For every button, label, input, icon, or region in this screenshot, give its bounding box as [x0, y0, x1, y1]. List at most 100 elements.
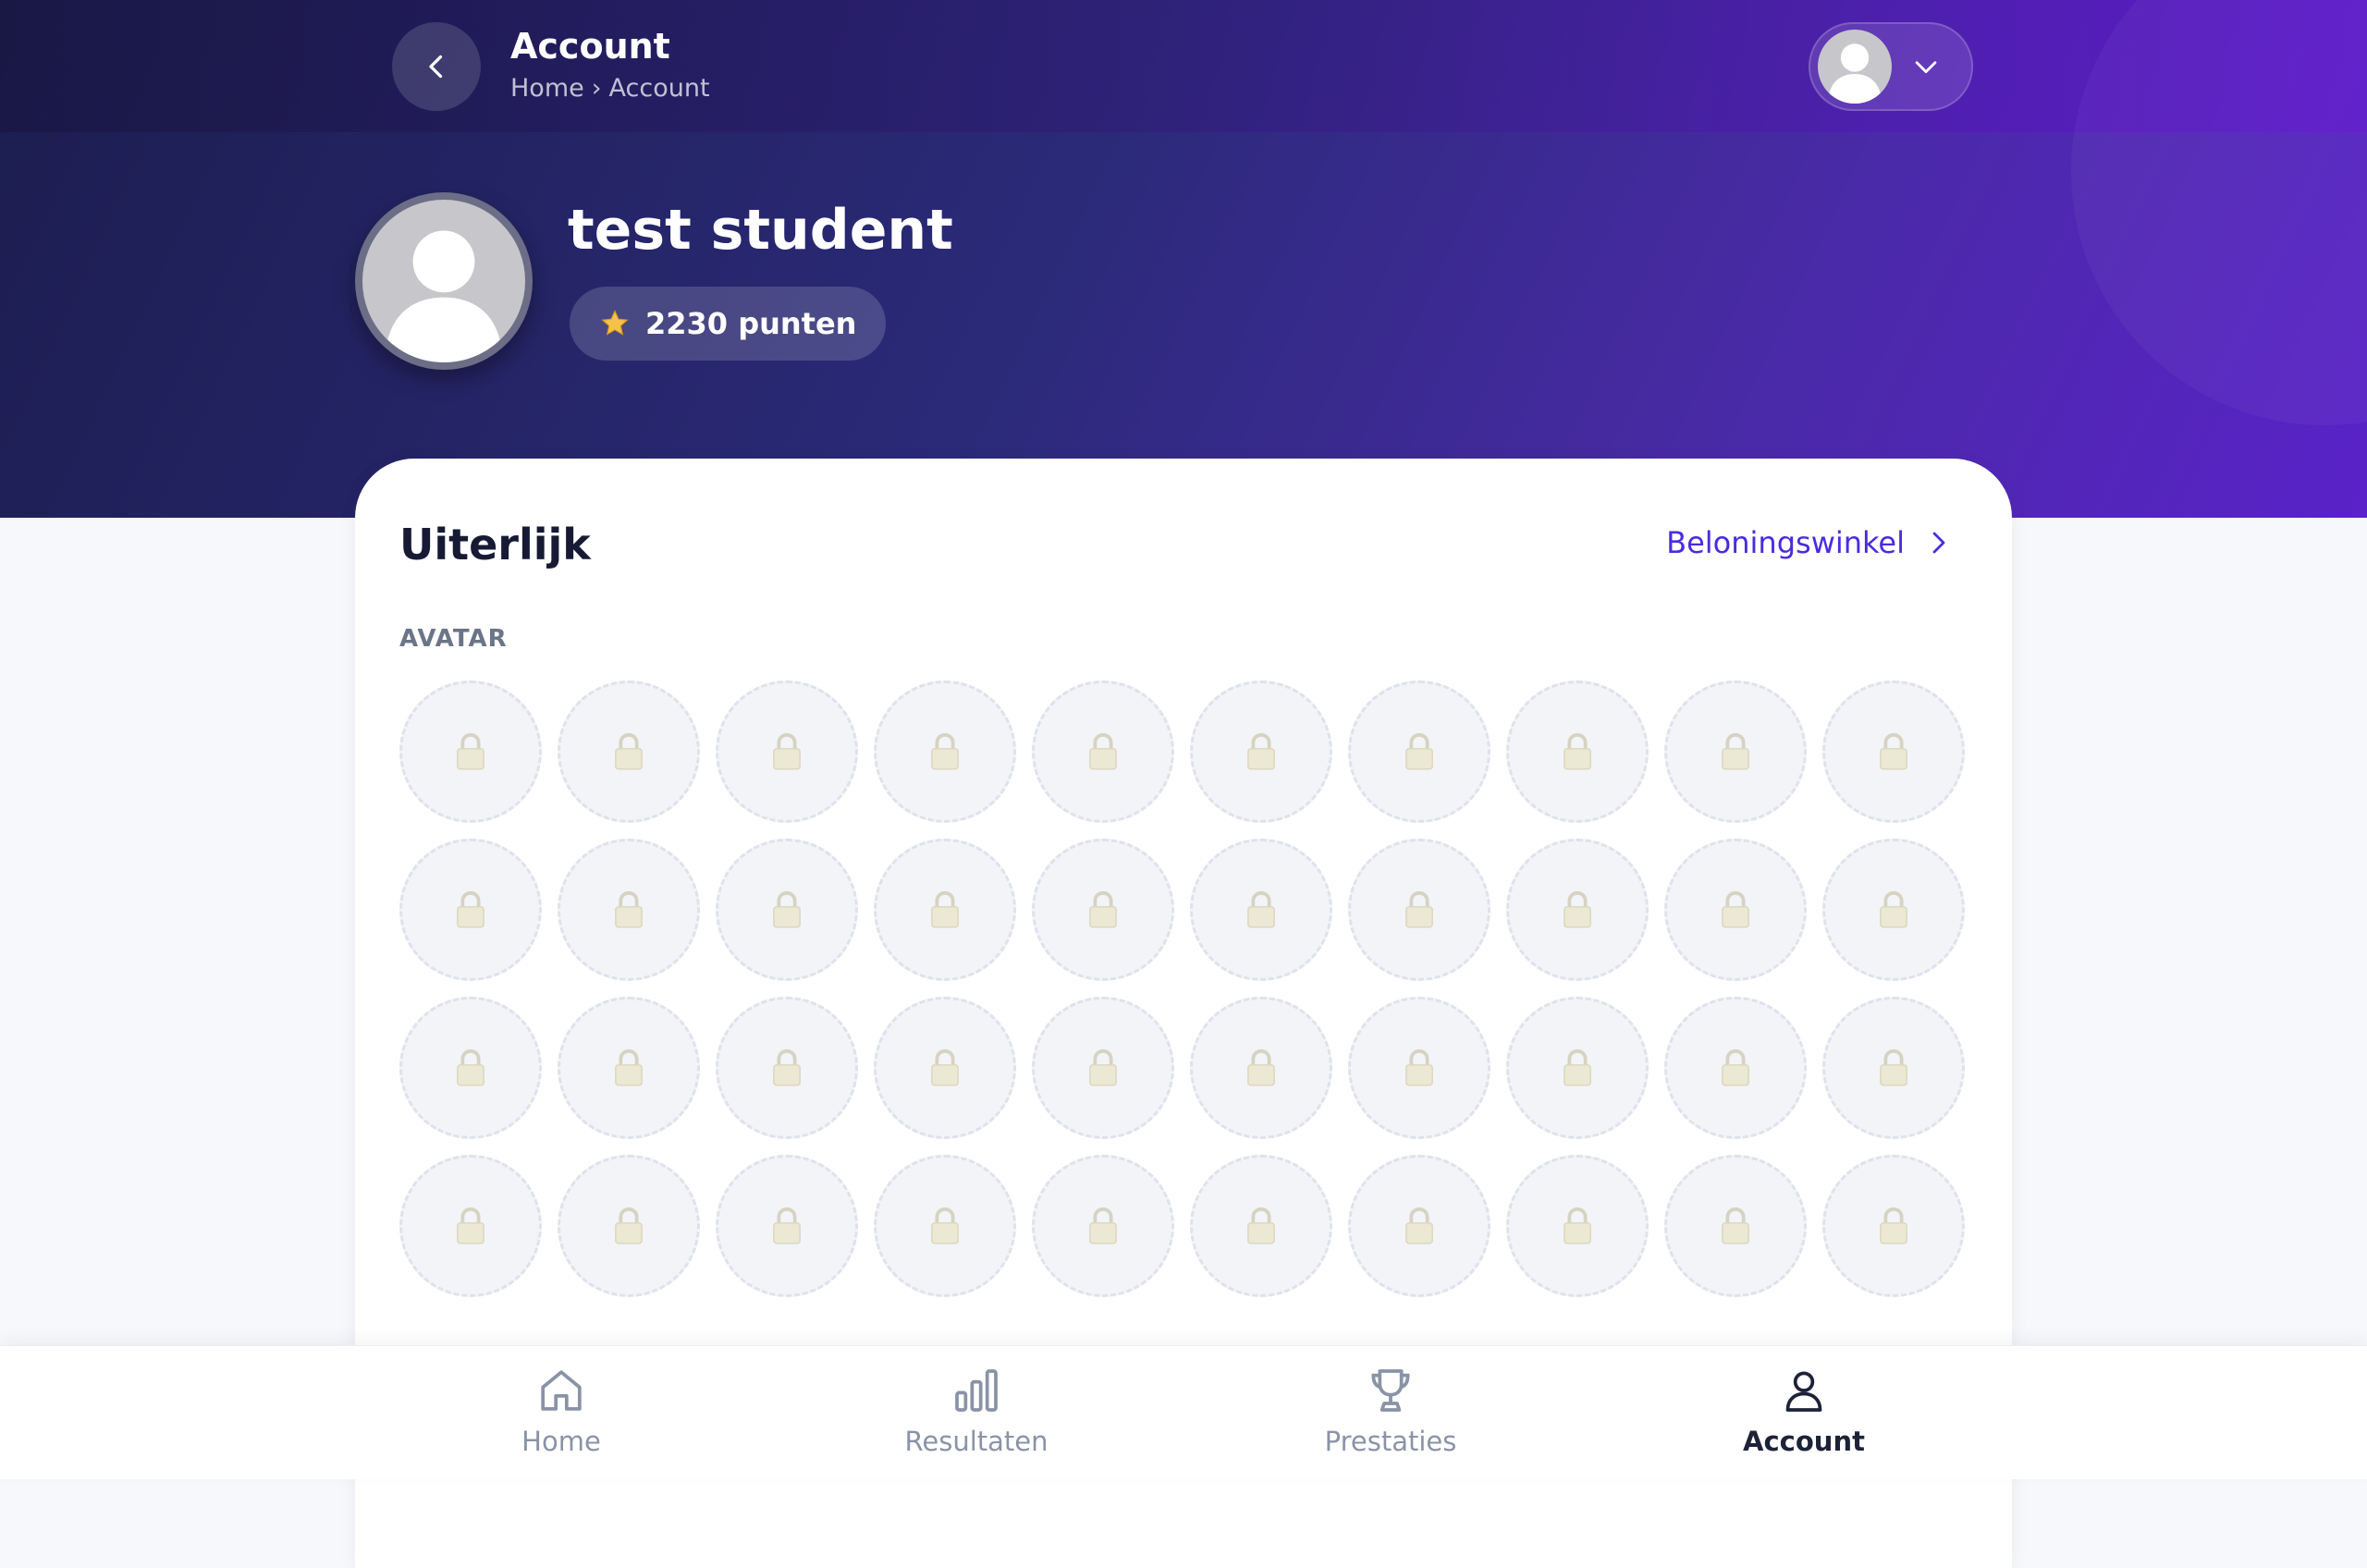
locked-avatar-slot[interactable]: [1190, 839, 1332, 981]
star-icon: [601, 310, 629, 336]
reward-shop-link[interactable]: Beloningswinkel: [1666, 525, 1953, 560]
lock-icon: [615, 891, 643, 928]
locked-avatar-slot[interactable]: [1032, 997, 1174, 1139]
locked-avatar-slot[interactable]: [874, 997, 1016, 1139]
locked-avatar-slot[interactable]: [1506, 839, 1649, 981]
lock-icon: [615, 1207, 643, 1244]
locked-avatar-slot[interactable]: [1190, 997, 1332, 1139]
lock-icon: [615, 1049, 643, 1086]
locked-avatar-slot[interactable]: [558, 997, 700, 1139]
profile-avatar[interactable]: [355, 192, 533, 370]
locked-avatar-slot[interactable]: [1348, 1155, 1490, 1297]
locked-avatar-slot[interactable]: [874, 680, 1016, 823]
locked-avatar-slot[interactable]: [1032, 1155, 1174, 1297]
lock-icon: [1722, 1049, 1749, 1086]
nav-label-home: Home: [521, 1426, 601, 1457]
locked-avatar-slot[interactable]: [1664, 1155, 1807, 1297]
avatar: [1818, 30, 1892, 104]
lock-icon: [1722, 1207, 1749, 1244]
locked-avatar-slot[interactable]: [716, 997, 858, 1139]
lock-icon: [457, 1049, 484, 1086]
nav-label-achievements: Prestaties: [1324, 1426, 1457, 1457]
locked-avatar-slot[interactable]: [716, 839, 858, 981]
locked-avatar-slot[interactable]: [558, 1155, 700, 1297]
breadcrumb-current: Account: [608, 74, 710, 103]
breadcrumb-home[interactable]: Home: [510, 74, 584, 103]
nav-item-results[interactable]: Resultaten: [856, 1365, 1097, 1466]
locked-avatar-slot[interactable]: [1348, 839, 1490, 981]
lock-icon: [1089, 733, 1117, 770]
bar-chart-icon: [955, 1369, 998, 1412]
profile-name: test student: [568, 198, 953, 263]
locked-avatar-slot[interactable]: [1032, 839, 1174, 981]
section-title: Uiterlijk: [399, 520, 591, 570]
lock-icon: [1405, 1207, 1433, 1244]
lock-icon: [1089, 891, 1117, 928]
locked-avatar-slot[interactable]: [558, 680, 700, 823]
breadcrumb-separator: ›: [591, 74, 602, 103]
trophy-icon: [1371, 1369, 1410, 1412]
locked-avatar-slot[interactable]: [399, 1155, 542, 1297]
locked-avatar-slot[interactable]: [1664, 839, 1807, 981]
back-button[interactable]: [392, 22, 481, 111]
points-label: 2230 punten: [645, 306, 857, 341]
chevron-right-icon: [1932, 532, 1945, 554]
chevron-left-icon: [429, 55, 443, 79]
locked-avatar-slot[interactable]: [1822, 839, 1965, 981]
reward-shop-label: Beloningswinkel: [1666, 525, 1905, 560]
locked-avatar-slot[interactable]: [399, 839, 542, 981]
lock-icon: [1247, 891, 1275, 928]
nav-item-achievements[interactable]: Prestaties: [1270, 1365, 1511, 1466]
breadcrumb: Home › Account: [510, 74, 710, 103]
lock-icon: [457, 733, 484, 770]
lock-icon: [1089, 1049, 1117, 1086]
lock-icon: [1880, 733, 1907, 770]
default-avatar-icon: [1828, 43, 1882, 104]
locked-avatar-slot[interactable]: [716, 680, 858, 823]
lock-icon: [1722, 891, 1749, 928]
locked-avatar-slot[interactable]: [874, 1155, 1016, 1297]
nav-item-home[interactable]: Home: [441, 1365, 681, 1466]
locked-avatar-slot[interactable]: [1822, 1155, 1965, 1297]
user-menu-button[interactable]: [1809, 22, 1973, 111]
locked-avatar-slot[interactable]: [1664, 997, 1807, 1139]
lock-icon: [1564, 733, 1591, 770]
nav-label-results: Resultaten: [904, 1426, 1049, 1457]
locked-avatar-slot[interactable]: [1506, 1155, 1649, 1297]
locked-avatar-slot[interactable]: [1348, 997, 1490, 1139]
lock-icon: [773, 733, 801, 770]
nav-label-account: Account: [1743, 1426, 1865, 1457]
profile-hero: Account Home › Account test student 2230…: [0, 0, 2367, 518]
points-badge: 2230 punten: [570, 287, 887, 361]
lock-icon: [931, 891, 959, 928]
locked-avatar-slot[interactable]: [1190, 680, 1332, 823]
locked-avatar-slot[interactable]: [874, 839, 1016, 981]
top-bar: [0, 0, 2367, 132]
avatar-section-label: AVATAR: [399, 625, 508, 653]
chevron-down-icon: [1915, 61, 1937, 74]
avatar-grid: [399, 680, 1971, 1297]
home-icon: [541, 1370, 582, 1411]
locked-avatar-slot[interactable]: [1822, 997, 1965, 1139]
locked-avatar-slot[interactable]: [399, 997, 542, 1139]
user-icon: [1785, 1371, 1822, 1412]
locked-avatar-slot[interactable]: [1506, 680, 1649, 823]
locked-avatar-slot[interactable]: [1822, 680, 1965, 823]
page-title: Account: [510, 26, 670, 67]
locked-avatar-slot[interactable]: [1190, 1155, 1332, 1297]
lock-icon: [1405, 733, 1433, 770]
locked-avatar-slot[interactable]: [1032, 680, 1174, 823]
locked-avatar-slot[interactable]: [1348, 680, 1490, 823]
locked-avatar-slot[interactable]: [1664, 680, 1807, 823]
locked-avatar-slot[interactable]: [558, 839, 700, 981]
lock-icon: [931, 733, 959, 770]
locked-avatar-slot[interactable]: [716, 1155, 858, 1297]
lock-icon: [773, 1207, 801, 1244]
lock-icon: [1247, 733, 1275, 770]
lock-icon: [1880, 891, 1907, 928]
nav-item-account[interactable]: Account: [1684, 1365, 1924, 1466]
lock-icon: [1564, 1207, 1591, 1244]
locked-avatar-slot[interactable]: [399, 680, 542, 823]
locked-avatar-slot[interactable]: [1506, 997, 1649, 1139]
lock-icon: [457, 1207, 484, 1244]
